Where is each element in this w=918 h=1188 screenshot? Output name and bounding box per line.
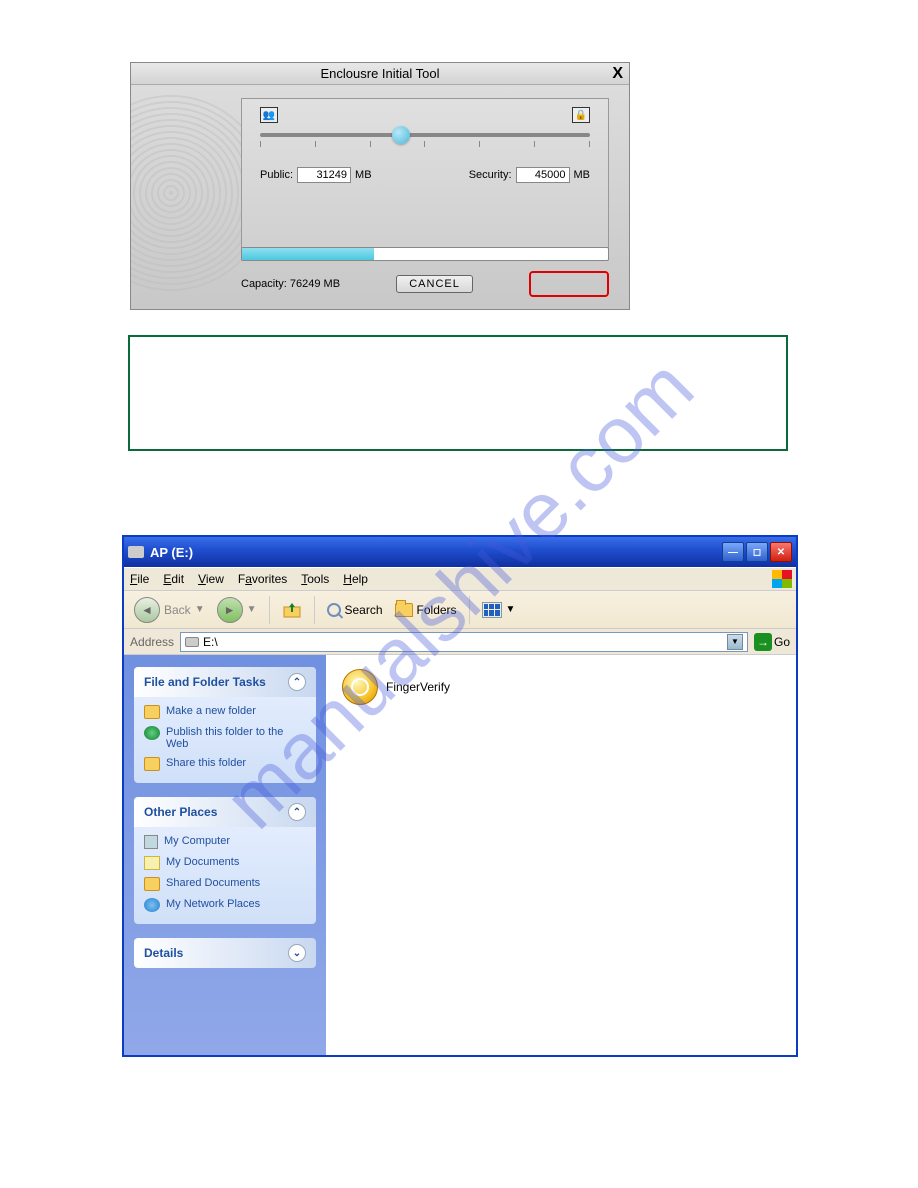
panel-header[interactable]: File and Folder Tasks ⌃ <box>134 667 316 697</box>
drive-icon <box>128 546 144 558</box>
collapse-icon[interactable]: ⌃ <box>288 673 306 691</box>
back-button[interactable]: ◄ Back ▼ <box>130 595 209 625</box>
folder-icon <box>144 705 160 719</box>
up-button[interactable] <box>278 598 306 622</box>
details-panel: Details ⌄ <box>134 938 316 968</box>
partition-slider[interactable] <box>260 133 590 137</box>
public-label: Public: <box>260 169 293 181</box>
public-icon: 👥 <box>260 107 278 123</box>
globe-icon <box>144 726 160 740</box>
folders-icon <box>395 603 413 617</box>
search-icon <box>327 603 341 617</box>
documents-icon <box>144 856 160 870</box>
place-network[interactable]: My Network Places <box>144 898 306 912</box>
chevron-down-icon: ▼ <box>247 604 257 615</box>
file-item-fingerverify[interactable]: FingerVerify <box>342 669 780 705</box>
network-icon <box>144 898 160 912</box>
menu-favorites[interactable]: Favorites <box>238 572 287 586</box>
security-label: Security: <box>469 169 512 181</box>
close-button[interactable]: ✕ <box>770 542 792 562</box>
forward-arrow-icon: ► <box>217 597 243 623</box>
menu-help[interactable]: Help <box>343 572 368 586</box>
menu-tools[interactable]: Tools <box>301 572 329 586</box>
explorer-window: AP (E:) — ◻ ✕ File Edit View Favorites T… <box>122 535 798 1057</box>
panel-header[interactable]: Other Places ⌃ <box>134 797 316 827</box>
computer-icon <box>144 835 158 849</box>
capacity-label: Capacity: 76249 MB <box>241 278 340 290</box>
slider-ticks <box>260 141 590 147</box>
back-arrow-icon: ◄ <box>134 597 160 623</box>
minimize-button[interactable]: — <box>722 542 744 562</box>
go-button[interactable]: → Go <box>754 633 790 651</box>
place-my-documents[interactable]: My Documents <box>144 856 306 870</box>
address-bar: Address E:\ ▼ → Go <box>124 629 796 655</box>
security-input[interactable] <box>516 167 570 183</box>
address-input[interactable]: E:\ ▼ <box>180 632 748 652</box>
collapse-icon[interactable]: ⌃ <box>288 803 306 821</box>
window-title: AP (E:) <box>150 545 193 560</box>
windows-flag-icon <box>772 570 792 588</box>
views-button[interactable]: ▼ <box>478 600 520 620</box>
menu-view[interactable]: View <box>198 572 224 586</box>
go-arrow-icon: → <box>754 633 772 651</box>
chevron-down-icon: ▼ <box>195 604 205 615</box>
folders-button[interactable]: Folders <box>391 601 461 619</box>
menu-bar: File Edit View Favorites Tools Help <box>124 567 796 591</box>
place-my-computer[interactable]: My Computer <box>144 835 306 849</box>
tasks-sidebar: File and Folder Tasks ⌃ Make a new folde… <box>124 655 326 1055</box>
task-publish[interactable]: Publish this folder to the Web <box>144 726 306 750</box>
expand-icon[interactable]: ⌄ <box>288 944 306 962</box>
highlighted-button[interactable] <box>529 271 609 297</box>
toolbar: ◄ Back ▼ ► ▼ Search Folders <box>124 591 796 629</box>
slider-panel: 👥 🔒 Public: MB Security: MB <box>241 98 609 249</box>
window-titlebar[interactable]: AP (E:) — ◻ ✕ <box>124 537 796 567</box>
progress-bar <box>241 247 609 261</box>
public-input[interactable] <box>297 167 351 183</box>
security-unit: MB <box>574 169 591 181</box>
folder-up-icon <box>282 600 302 620</box>
maximize-button[interactable]: ◻ <box>746 542 768 562</box>
chevron-down-icon: ▼ <box>506 604 516 615</box>
menu-file[interactable]: File <box>130 572 149 586</box>
shared-folder-icon <box>144 877 160 891</box>
forward-button[interactable]: ► ▼ <box>213 595 261 625</box>
search-button[interactable]: Search <box>323 601 387 619</box>
dialog-titlebar: Enclousre Initial Tool X <box>131 63 629 85</box>
annotation-box <box>128 335 788 451</box>
file-folder-tasks-panel: File and Folder Tasks ⌃ Make a new folde… <box>134 667 316 783</box>
file-name: FingerVerify <box>386 680 450 694</box>
views-icon <box>482 602 502 618</box>
lock-icon: 🔒 <box>572 107 590 123</box>
place-shared-documents[interactable]: Shared Documents <box>144 877 306 891</box>
address-label: Address <box>130 635 174 649</box>
address-dropdown-icon[interactable]: ▼ <box>727 634 743 650</box>
application-icon <box>342 669 378 705</box>
slider-thumb[interactable] <box>392 126 410 144</box>
panel-header[interactable]: Details ⌄ <box>134 938 316 968</box>
other-places-panel: Other Places ⌃ My Computer My Documents … <box>134 797 316 924</box>
close-icon[interactable]: X <box>612 63 623 85</box>
drive-icon <box>185 637 199 647</box>
task-share[interactable]: Share this folder <box>144 757 306 771</box>
enclosure-tool-dialog: Enclousre Initial Tool X 👥 🔒 Public: MB … <box>130 62 630 310</box>
menu-edit[interactable]: Edit <box>163 572 184 586</box>
cancel-button[interactable]: CANCEL <box>396 275 473 293</box>
dialog-title: Enclousre Initial Tool <box>321 66 440 81</box>
task-new-folder[interactable]: Make a new folder <box>144 705 306 719</box>
share-folder-icon <box>144 757 160 771</box>
public-unit: MB <box>355 169 372 181</box>
file-list-area[interactable]: FingerVerify <box>326 655 796 1055</box>
